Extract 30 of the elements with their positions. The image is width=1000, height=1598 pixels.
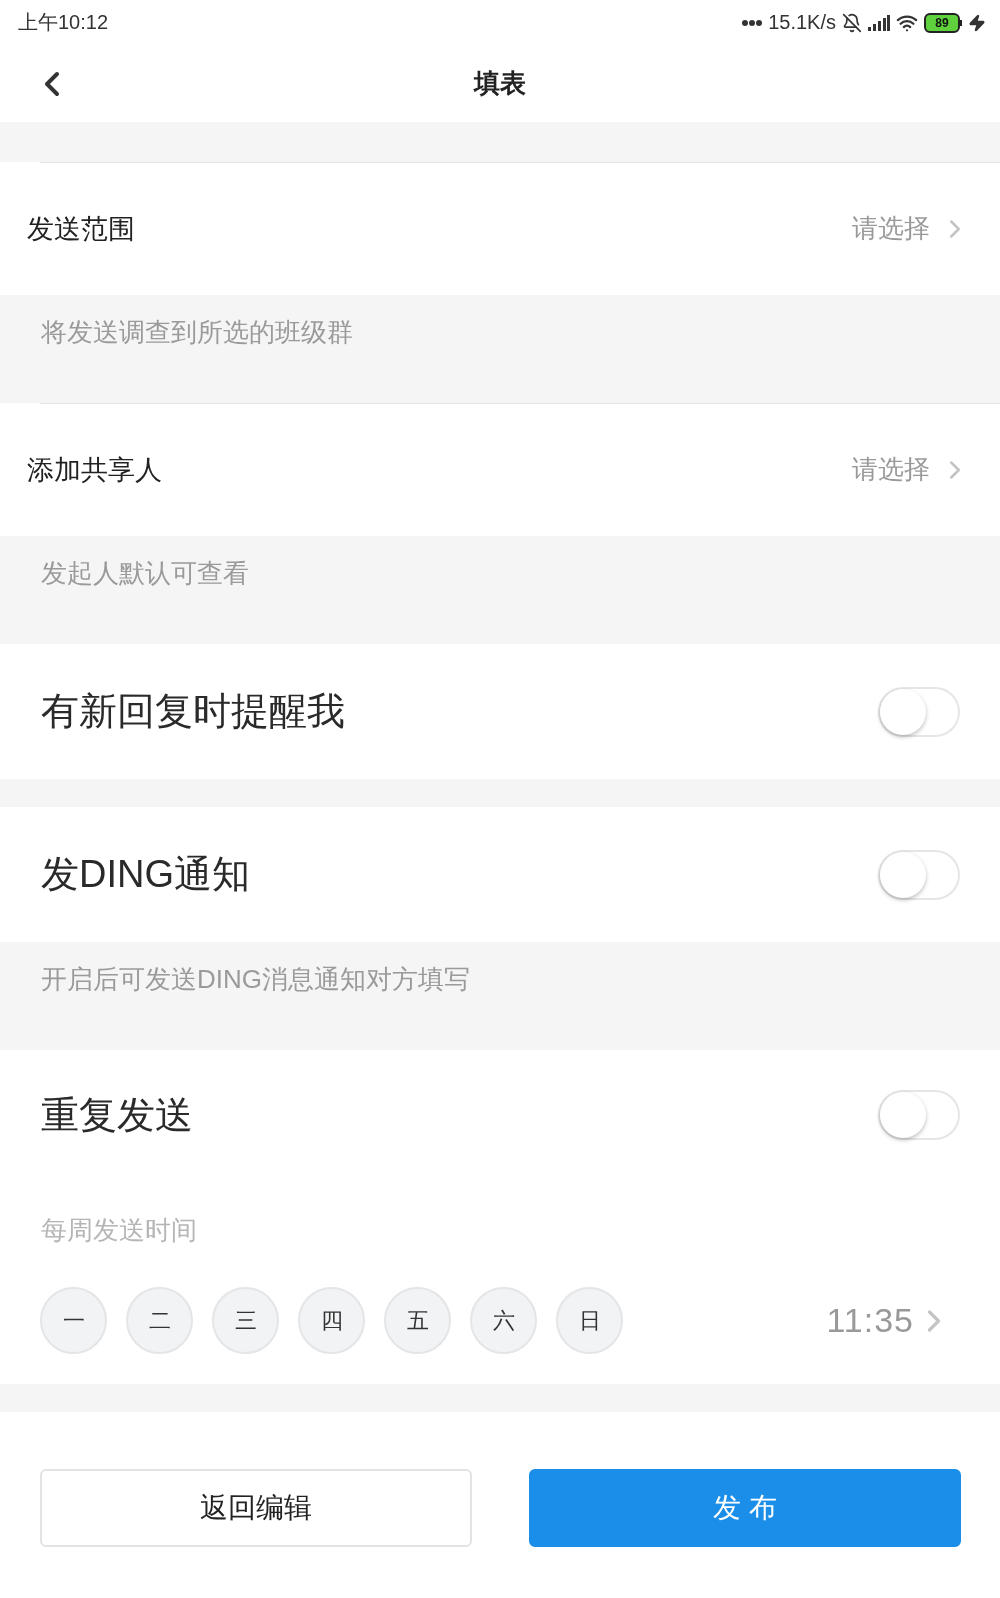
row-label: 发送范围 [27,212,135,246]
signal-icon [868,14,890,31]
weekday-button[interactable]: 三 [212,1287,279,1354]
row-label: 添加共享人 [27,453,162,487]
weekday-button[interactable]: 五 [384,1287,451,1354]
hint-text: 发起人默认可查看 [41,558,249,588]
row-label: 发DING通知 [41,852,250,897]
weekday-button[interactable]: 一 [40,1287,107,1354]
row-label: 重复发送 [41,1092,193,1138]
settings-row[interactable]: 添加共享人 请选择 [0,403,1000,536]
row-label: 有新回复时提醒我 [41,689,345,734]
weekday-button[interactable]: 六 [470,1287,537,1354]
weekday-button[interactable]: 日 [556,1287,623,1354]
back-to-edit-button[interactable]: 返回编辑 [40,1469,472,1547]
status-time: 上午10:12 [18,10,109,35]
bell-off-icon [842,12,862,33]
more-dots-icon [742,19,763,26]
toggle-switch[interactable] [878,1090,960,1140]
network-speed: 15.1K/s [768,11,836,34]
toggle-switch[interactable] [878,849,960,900]
toggle-switch[interactable] [878,686,960,737]
hint-text: 将发送调查到所选的班级群 [41,317,353,347]
settings-row[interactable]: 发送范围 请选择 [0,162,1000,295]
page-title: 填表 [472,67,527,100]
charging-bolt-icon [968,13,986,32]
schedule-label: 每周发送时间 [41,1215,197,1245]
battery-indicator: 89 [924,12,962,33]
weekday-button[interactable]: 四 [298,1287,365,1354]
hint-text: 开启后可发送DING消息通知对方填写 [41,964,470,994]
weekday-button[interactable]: 二 [126,1287,193,1354]
